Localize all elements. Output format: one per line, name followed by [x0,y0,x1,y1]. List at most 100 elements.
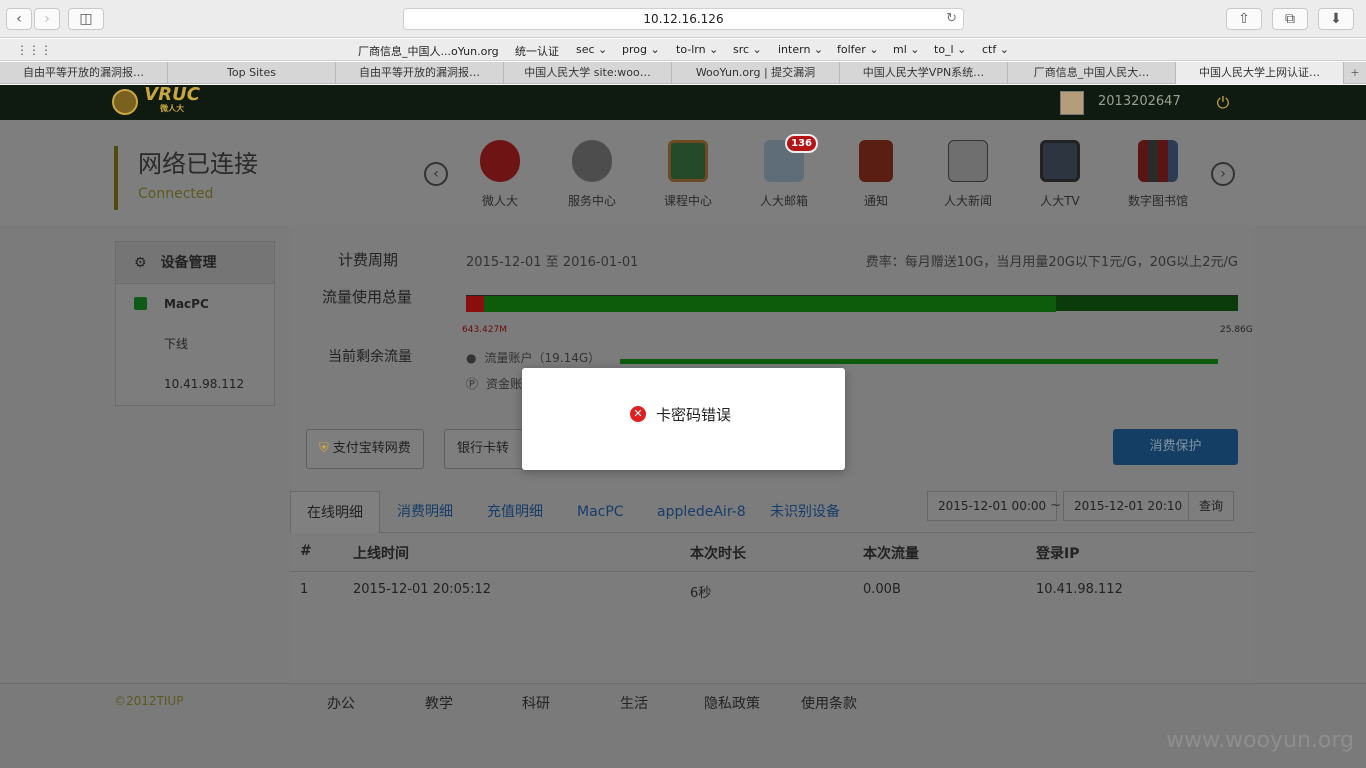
watermark: www.wooyun.org [1166,728,1354,753]
usage-total-value: 25.86G [1220,325,1253,335]
footer-link[interactable]: 教学 [425,693,453,713]
tabs-overview-button[interactable]: ⧉ [1272,8,1308,30]
library-icon [1138,140,1178,182]
back-button[interactable]: ‹ [6,8,32,30]
weirenda-icon [480,140,520,182]
site-footer: ©2012TIUP 办公 教学 科研 生活 隐私政策 使用条款 www.wooy… [0,683,1366,768]
apps-grid-icon[interactable]: ⋮⋮⋮ [16,43,52,57]
service-notice[interactable]: 通知 [836,140,916,209]
address-bar[interactable]: 10.12.16.126 ↻ [403,8,964,30]
footer-link[interactable]: 办公 [327,693,355,713]
service-center[interactable]: 服务中心 [552,140,632,209]
user-id[interactable]: 2013202647 [1098,94,1181,109]
sidebar-item-device[interactable]: MacPC [116,284,274,324]
tab-consumption-detail[interactable]: 消费明细 [381,491,469,533]
site-header: VRUC 微人大 2013202647 ⏻ [0,85,1366,120]
bookmark-item[interactable]: 统一认证 [515,43,559,59]
fund-account: Ⓟ 资金账 [466,377,523,391]
mail-icon: 136 [764,134,818,182]
footer-link[interactable]: 科研 [522,693,550,713]
sidebar-item-logout[interactable]: 下线 [116,324,274,364]
browser-tab[interactable]: 中国人民大学 site:woo… [504,62,672,84]
browser-tab[interactable]: 自由平等开放的漏洞报… [336,62,504,84]
sidebar-toggle-button[interactable]: ◫ [68,8,104,30]
service-weirenda[interactable]: 微人大 [460,140,540,209]
date-range-separator: ~ [1050,498,1061,513]
status-accent-bar [114,146,118,210]
usage-total-label: 流量使用总量 [322,288,413,306]
tab-recharge-detail[interactable]: 充值明细 [471,491,559,533]
bookmark-folder[interactable]: to-lrn ⌄ [676,43,718,56]
browser-tab[interactable]: 厂商信息_中国人民大… [1008,62,1176,84]
course-center-icon [668,140,708,182]
footer-link[interactable]: 使用条款 [801,693,857,713]
service-library[interactable]: 数字图书馆 [1118,140,1198,209]
service-tv[interactable]: 人大TV [1020,140,1100,209]
dollar-icon: Ⓟ [466,377,479,391]
browser-tab[interactable]: 中国人民大学VPN系统… [840,62,1008,84]
service-label: 数字图书馆 [1127,194,1188,208]
end-date-input[interactable]: 2015-12-01 20:10 [1063,491,1194,521]
site-logo[interactable]: VRUC 微人大 [112,86,202,118]
bookmark-folder[interactable]: ml ⌄ [893,43,920,56]
browser-tab[interactable]: Top Sites [168,62,336,84]
forward-button[interactable]: › [34,8,60,30]
tab-online-detail[interactable]: 在线明细 [290,491,380,533]
new-tab-button[interactable]: + [1344,62,1366,83]
tab-device-appledeair[interactable]: appledeAir-8 [641,491,762,533]
bookmark-folder[interactable]: folfer ⌄ [837,43,879,56]
browser-tab-active[interactable]: 中国人民大学上网认证… [1176,62,1344,84]
downloads-button[interactable]: ⬇ [1318,8,1354,30]
remaining-label: 当前剩余流量 [328,349,412,365]
table-header-duration: 本次时长 [690,546,746,562]
table-header-online-time: 上线时间 [353,546,409,562]
url-text: 10.12.16.126 [643,12,724,26]
query-button[interactable]: 查询 [1188,491,1235,521]
tabs-icon: ⧉ [1285,11,1295,27]
service-course[interactable]: 课程中心 [648,140,728,209]
bank-transfer-button[interactable]: 银行卡转 [444,429,524,469]
logo-emblem-icon [112,89,138,115]
consumption-protect-button[interactable]: 消费保护 [1113,429,1238,465]
usage-used-value: 643.427M [462,325,507,335]
unread-badge: 136 [785,134,818,153]
bookmark-folder[interactable]: intern ⌄ [778,43,823,56]
start-date-input[interactable]: 2015-12-01 00:00 [927,491,1058,521]
bookmark-folder[interactable]: src ⌄ [733,43,762,56]
prev-services-button[interactable]: ‹ [424,162,448,186]
chevron-right-icon: › [44,11,50,27]
reload-icon[interactable]: ↻ [946,9,957,29]
error-dialog[interactable]: ✕ 卡密码错误 [522,368,845,470]
usage-progress-bar [466,295,1238,312]
service-label: 人大TV [1040,194,1080,208]
browser-tab[interactable]: 自由平等开放的漏洞报… [0,62,168,84]
footer-link[interactable]: 隐私政策 [704,693,760,713]
shield-icon: ⛨ [319,441,329,456]
footer-link[interactable]: 生活 [620,693,648,713]
copyright: ©2012TIUP [114,694,184,708]
bookmarks-bar: ⋮⋮⋮ 厂商信息_中国人...oYun.org 统一认证 sec ⌄ prog … [0,39,1366,61]
usage-free-segment [484,296,1056,312]
table-divider [290,571,1254,572]
tab-unknown-devices[interactable]: 未识别设备 [754,491,856,533]
power-icon[interactable]: ⏻ [1214,93,1232,112]
bookmark-folder[interactable]: to_l ⌄ [934,43,966,56]
download-icon: ⬇ [1330,11,1342,27]
bookmark-folder[interactable]: prog ⌄ [622,43,660,56]
error-icon: ✕ [630,406,646,422]
bookmark-folder[interactable]: ctf ⌄ [982,43,1009,56]
share-button[interactable]: ⇧ [1226,8,1262,30]
tab-device-macpc[interactable]: MacPC [561,491,640,533]
avatar[interactable] [1060,91,1084,115]
billing-rate: 费率：每月赠送10G，当月用量20G以下1元/G，20G以上2元/G [865,255,1238,270]
alipay-button[interactable]: ⛨ 支付宝转网费 [306,429,424,469]
service-mail[interactable]: 136 人大邮箱 [744,134,824,209]
browser-tab[interactable]: WooYun.org | 提交漏洞 [672,62,840,84]
bookmark-item[interactable]: 厂商信息_中国人...oYun.org [358,43,499,59]
browser-toolbar: ‹ › ◫ 10.12.16.126 ↻ ⇧ ⧉ ⬇ [0,0,1366,38]
bookmark-folder[interactable]: sec ⌄ [576,43,607,56]
tv-icon [1040,140,1080,182]
next-services-button[interactable]: › [1211,162,1235,186]
chevron-right-icon: › [1220,166,1226,182]
service-news[interactable]: 人大新闻 [928,140,1008,209]
